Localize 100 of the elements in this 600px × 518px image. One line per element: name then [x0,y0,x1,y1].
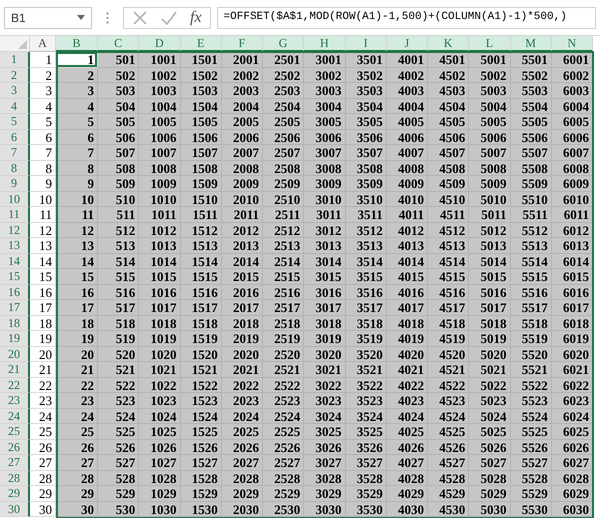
row-header[interactable]: 25 [0,424,30,440]
column-header[interactable]: C [98,36,140,52]
table-cell: 1008 [139,160,180,176]
table-cell: 6011 [552,207,593,222]
table-cell: 4516 [428,284,470,300]
table-cell: 5022 [469,378,510,393]
table-cell: 14 [30,254,56,269]
row-header[interactable]: 6 [0,130,30,145]
row-header[interactable]: 1 [0,52,30,68]
table-cell: 5507 [510,145,552,160]
row-header[interactable]: 27 [0,455,30,470]
table-cell: 3028 [304,470,346,486]
row-header[interactable]: 18 [0,316,30,331]
table-cell: 511 [98,207,140,222]
table-cell: 1506 [180,130,222,145]
row-header[interactable]: 16 [0,284,30,300]
table-cell: 2514 [263,254,304,269]
table-cell: 4512 [428,222,470,238]
column-header[interactable]: F [222,36,263,52]
row-header[interactable]: 15 [0,269,30,284]
table-cell: 2005 [222,114,263,130]
row-header[interactable]: 17 [0,300,30,316]
row-header[interactable]: 10 [0,192,30,207]
column-header[interactable]: B [56,36,98,52]
row-header[interactable]: 23 [0,393,30,408]
column-header[interactable]: L [469,36,510,52]
table-cell: 2029 [222,486,263,502]
formula-field[interactable]: =OFFSET($A$1,MOD(ROW(A1)-1,500)+(COLUMN(A1)-1)*500,) [216,6,596,28]
row-header[interactable]: 4 [0,98,30,114]
table-cell: 11 [56,207,98,222]
row-header[interactable]: 21 [0,362,30,378]
table-cell: 5505 [510,114,552,130]
row-header[interactable]: 22 [0,378,30,393]
table-cell: 28 [30,470,56,486]
table-cell: 3027 [304,455,346,470]
insert-function-button[interactable]: fx [190,8,202,26]
table-cell: 1028 [139,470,180,486]
row-header[interactable]: 5 [0,114,30,130]
table-cell: 4002 [386,68,428,83]
table-cell: 1026 [139,440,180,455]
row-header[interactable]: 28 [0,470,30,486]
table-cell: 1517 [180,300,222,316]
table-cell: 5017 [469,300,510,316]
table-cell: 3012 [304,222,346,238]
row-header[interactable]: 11 [0,207,30,222]
column-header[interactable]: J [386,36,428,52]
table-cell: 3525 [346,424,387,440]
column-header[interactable]: D [139,36,180,52]
table-cell: 5527 [510,455,552,470]
row-header[interactable]: 3 [0,83,30,98]
table-cell: 2023 [222,393,263,408]
table-cell: 1024 [139,408,180,424]
select-all-icon[interactable] [18,40,27,49]
column-header[interactable]: I [346,36,387,52]
table-cell: 6023 [552,393,593,408]
row-header[interactable]: 2 [0,68,30,83]
row-header[interactable]: 26 [0,440,30,455]
table-cell: 3007 [304,145,346,160]
table-cell: 1029 [139,486,180,502]
column-header[interactable]: M [510,36,552,52]
table-cell: 2014 [222,254,263,269]
table-cell: 2517 [263,300,304,316]
column-header[interactable]: K [428,36,470,52]
column-header[interactable]: H [304,36,346,52]
row-header[interactable]: 14 [0,254,30,269]
row-header[interactable]: 20 [0,346,30,362]
row-header[interactable]: 29 [0,486,30,502]
row-header[interactable]: 7 [0,145,30,160]
checkmark-icon[interactable] [160,10,178,26]
table-cell: 1007 [139,145,180,160]
table-cell: 3516 [346,284,387,300]
table-cell: 5508 [510,160,552,176]
table-cell: 2013 [222,238,263,254]
table-cell: 6029 [552,486,593,502]
row-header[interactable]: 19 [0,331,30,346]
row-header[interactable]: 30 [0,502,30,517]
caret-icon[interactable] [77,15,85,20]
row-header[interactable]: 9 [0,176,30,192]
table-cell: 4511 [428,207,470,222]
row-header[interactable]: 13 [0,238,30,254]
column-header[interactable]: G [263,36,304,52]
table-cell: 4518 [428,316,470,331]
row-header[interactable]: 8 [0,160,30,176]
table-cell: 4016 [386,284,428,300]
row-header[interactable]: 12 [0,222,30,238]
table-cell: 4021 [386,362,428,378]
name-box[interactable]: B1 [4,6,92,28]
table-cell: 1510 [180,192,222,207]
table-cell: 3018 [304,316,346,331]
column-header[interactable]: E [180,36,222,52]
cancel-icon[interactable] [132,10,148,26]
table-cell: 5006 [469,130,510,145]
table-cell: 25 [30,424,56,440]
table-cell: 5528 [510,470,552,486]
column-header[interactable]: A [30,36,56,52]
table-cell: 1526 [180,440,222,455]
row-header[interactable]: 24 [0,408,30,424]
table-cell: 2509 [263,176,304,192]
table-cell: 3506 [346,130,387,145]
column-header[interactable]: N [552,36,593,52]
